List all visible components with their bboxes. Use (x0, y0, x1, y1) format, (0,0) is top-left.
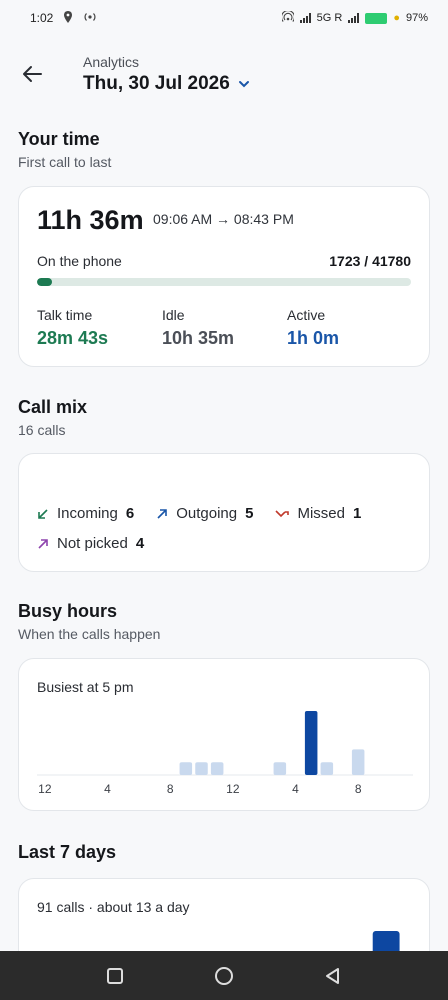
legend-label: Incoming (57, 505, 118, 522)
stat-idle: Idle 10h 35m (162, 307, 234, 349)
legend-label: Not picked (57, 535, 128, 552)
call-mix-title: Call mix (18, 397, 88, 417)
stat-label: Talk time (37, 307, 93, 323)
battery-saver-icon: ● (393, 12, 400, 24)
location-icon (63, 10, 73, 26)
stat-value: 28m 43s (37, 328, 109, 348)
on-phone-label: On the phone (37, 253, 122, 269)
header-subtitle: Analytics (83, 54, 140, 70)
recents-button[interactable] (95, 956, 135, 996)
your-time-card: 11h 36m 09:06 AM → 08:43 PM On the phone… (18, 186, 430, 367)
on-phone-progress (37, 278, 411, 286)
arrow-up-right-icon (38, 538, 48, 549)
call-mix-subtitle: 16 calls (18, 422, 66, 438)
legend-count: 6 (125, 505, 135, 522)
status-bar: 1:02 5G R ● 97% (0, 0, 448, 36)
date-label: Thu, 30 Jul 2026 (83, 73, 230, 94)
arrow-up-right-icon (157, 508, 168, 519)
broadcast-icon (83, 11, 97, 26)
last-7-days-title: Last 7 days (18, 842, 117, 862)
hotspot-icon (280, 9, 295, 26)
network-label: 5G R (316, 12, 343, 24)
stat-label: Active (287, 307, 326, 323)
back-nav-button[interactable] (313, 956, 353, 996)
busy-hours-subtitle: When the calls happen (18, 626, 161, 642)
on-phone-progress-fill (37, 278, 53, 286)
stat-value: 10h 35m (162, 328, 235, 348)
circle-icon (214, 966, 233, 985)
back-arrow-icon (23, 66, 42, 82)
hour-bar (351, 749, 365, 775)
hour-bar (179, 762, 193, 775)
signal-icon-2 (348, 13, 360, 23)
legend-not-picked: Not picked 4 (37, 535, 144, 552)
status-time: 1:02 (30, 11, 54, 25)
legend-count: 5 (245, 505, 254, 522)
hour-bar (320, 762, 334, 775)
legend-count: 1 (352, 505, 362, 522)
your-time-title: Your time (18, 129, 100, 149)
home-button[interactable] (204, 956, 244, 996)
stat-talk-time: Talk time 28m 43s (37, 307, 108, 349)
missed-call-icon (275, 509, 290, 517)
legend-label: Outgoing (176, 505, 238, 522)
hour-bar (273, 762, 287, 775)
battery-icon (365, 12, 388, 24)
call-mix-row-2: Not picked 4 (37, 535, 144, 552)
hour-bar (195, 762, 208, 775)
legend-label: Missed (297, 505, 345, 522)
battery-percent: 97% (405, 12, 428, 24)
on-phone-value: 1723 / 41780 (329, 253, 411, 269)
legend-incoming: Incoming 6 (37, 505, 134, 522)
busy-hours-title: Busy hours (18, 601, 118, 621)
stat-label: Idle (162, 307, 185, 323)
date-selector[interactable]: Thu, 30 Jul 2026 (83, 73, 250, 95)
signal-icon (299, 13, 311, 23)
call-mix-card: Incoming 6 Outgoing 5 Missed 1 Not picke… (18, 453, 430, 572)
legend-count: 4 (135, 535, 145, 552)
x-tick-label: 12 (226, 782, 240, 796)
header: Analytics Thu, 30 Jul 2026 (0, 46, 448, 106)
legend-missed: Missed 1 (275, 505, 361, 522)
busy-hours-chart: 12 4 8 12 4 8 (37, 711, 413, 796)
legend-outgoing: Outgoing 5 (156, 505, 253, 522)
hour-bar (304, 711, 318, 775)
arrow-down-left-icon (38, 508, 48, 519)
x-tick-label: 8 (167, 782, 174, 796)
time-range: 09:06 AM → 08:43 PM (153, 211, 294, 227)
x-tick-label: 8 (355, 782, 362, 796)
system-nav-bar (0, 951, 448, 1000)
hour-bar (210, 762, 224, 775)
chevron-down-icon (238, 81, 249, 88)
x-tick-label: 4 (104, 782, 111, 796)
your-time-subtitle: First call to last (18, 154, 112, 170)
triangle-back-icon (326, 967, 340, 984)
total-duration: 11h 36m (37, 205, 144, 235)
back-button[interactable] (18, 60, 46, 88)
x-tick-label: 4 (292, 782, 299, 796)
stat-value: 1h 0m (287, 328, 340, 348)
square-icon (106, 967, 123, 984)
busy-hours-card: Busiest at 5 pm 12 4 8 12 4 8 (18, 658, 430, 811)
call-mix-row-1: Incoming 6 Outgoing 5 Missed 1 (37, 505, 361, 522)
stat-active: Active 1h 0m (287, 307, 339, 349)
x-tick-label: 12 (38, 782, 52, 796)
